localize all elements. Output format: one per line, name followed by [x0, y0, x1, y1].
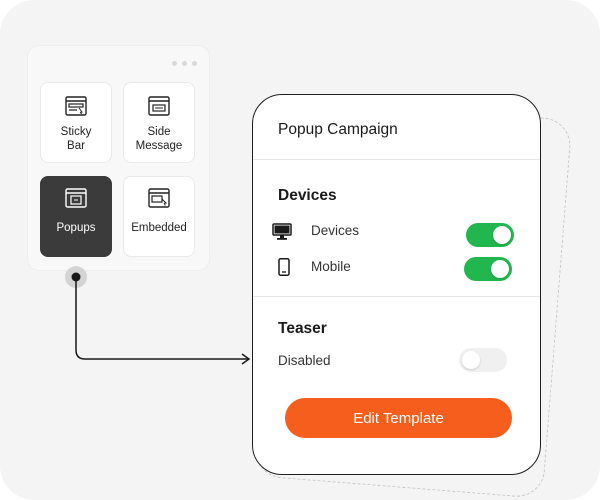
devices-section-title: Devices — [278, 187, 337, 204]
window-dot — [172, 61, 177, 66]
sticky-bar-icon — [65, 96, 87, 116]
tile-label: Sticky Bar — [60, 126, 92, 152]
tile-side-message[interactable]: Side Message — [123, 82, 195, 163]
toggle-knob — [491, 260, 509, 278]
tile-popups[interactable]: Popups — [40, 176, 112, 257]
window-dots — [172, 61, 197, 66]
teaser-section-title: Teaser — [278, 320, 327, 337]
tile-embedded[interactable]: Embedded — [123, 176, 195, 257]
tile-label: Popups — [56, 222, 96, 234]
teaser-toggle[interactable] — [459, 348, 507, 372]
campaign-type-palette: Sticky Bar Side Message Popups Embedded — [27, 45, 210, 271]
window-dot — [192, 61, 197, 66]
mobile-row-label: Mobile — [311, 259, 351, 274]
divider — [253, 159, 540, 160]
mobile-icon — [278, 258, 290, 276]
side-message-icon — [148, 96, 170, 116]
edit-template-button[interactable]: Edit Template — [285, 398, 512, 438]
devices-row-label: Devices — [311, 223, 360, 238]
embedded-icon — [148, 188, 170, 208]
tile-label: Side Message — [135, 126, 183, 152]
divider — [253, 296, 540, 297]
devices-toggle[interactable] — [466, 223, 514, 247]
card-title: Popup Campaign — [278, 121, 398, 138]
mobile-toggle[interactable] — [464, 257, 512, 281]
popup-campaign-card: Popup Campaign Devices Devices Mobile Te… — [252, 94, 541, 475]
window-dot — [182, 61, 187, 66]
toggle-knob — [462, 351, 480, 369]
tile-sticky-bar[interactable]: Sticky Bar — [40, 82, 112, 163]
toggle-knob — [493, 226, 511, 244]
teaser-status-label: Disabled — [278, 353, 331, 368]
tile-label: Embedded — [131, 222, 187, 234]
popups-icon — [65, 188, 87, 208]
desktop-icon — [272, 223, 292, 240]
